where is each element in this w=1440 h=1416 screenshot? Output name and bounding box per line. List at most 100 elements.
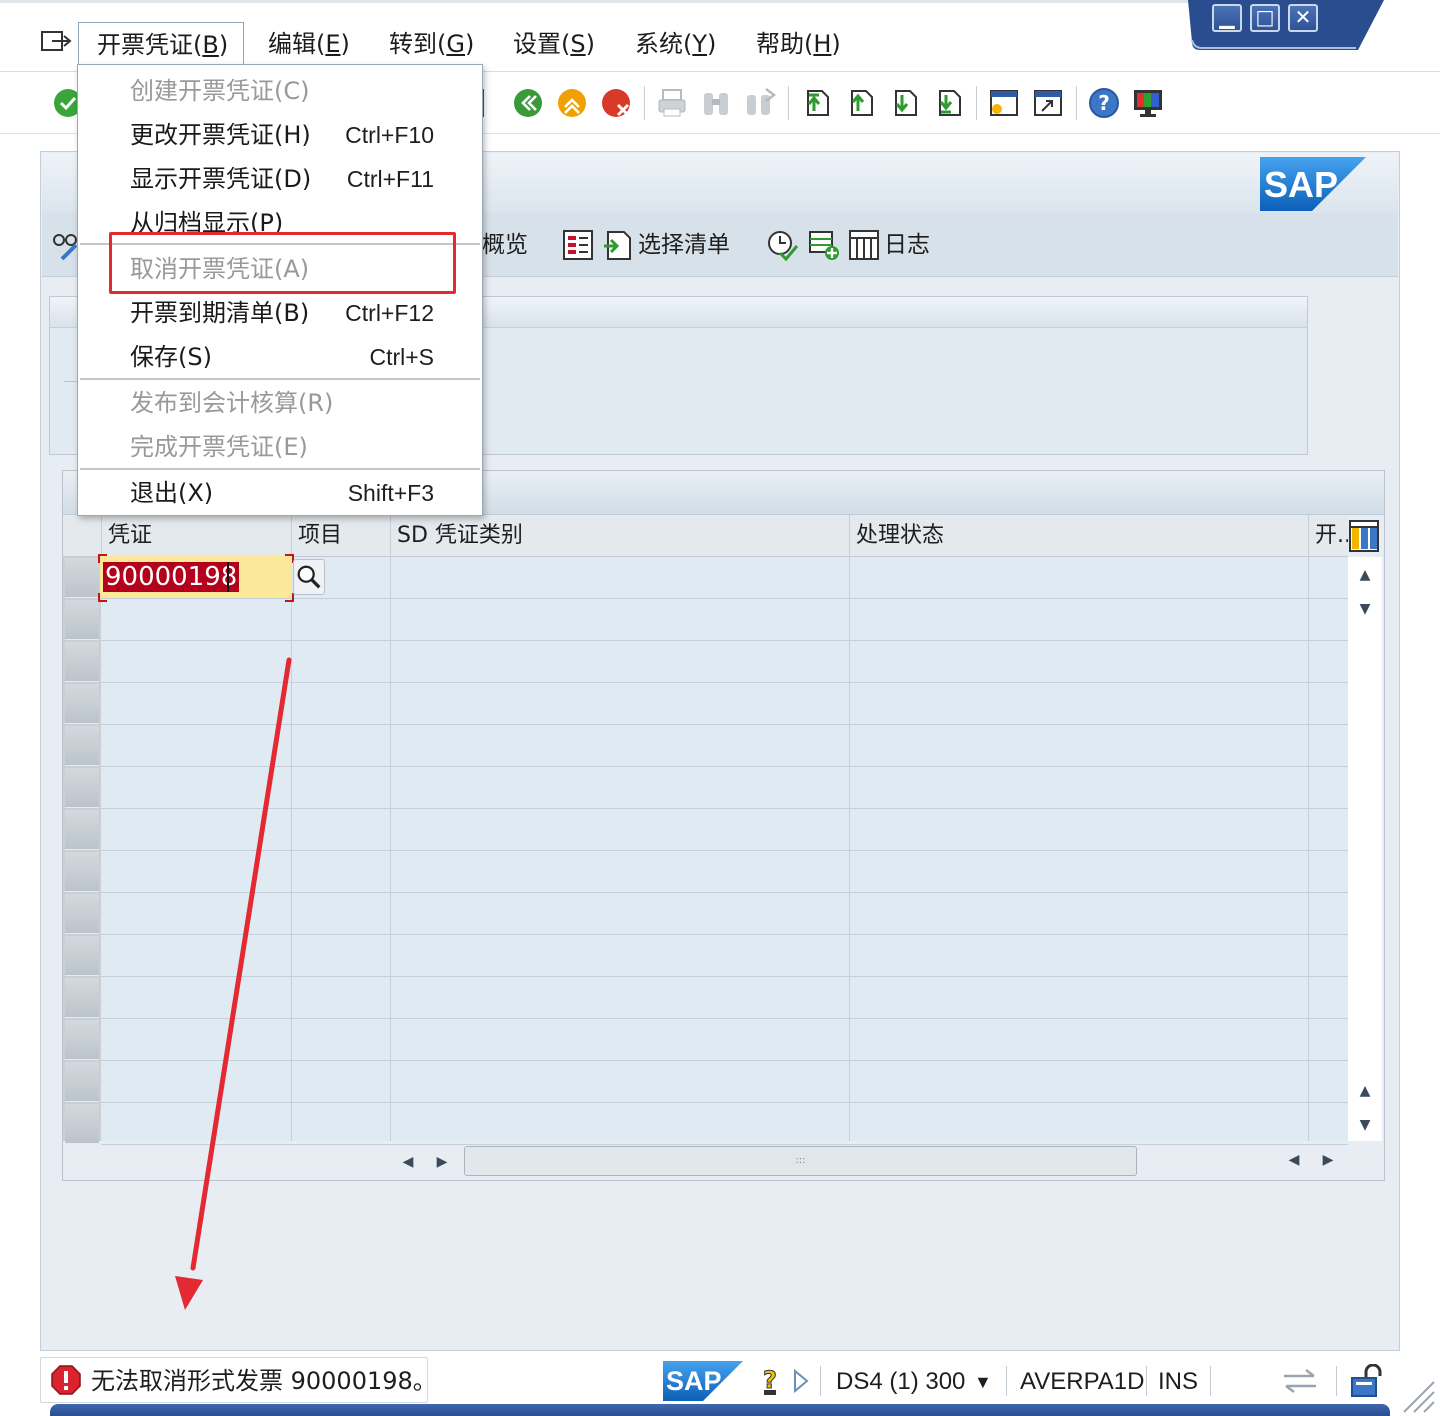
table-row-divider [101,1018,1348,1019]
shortcut-icon[interactable] [1032,87,1064,119]
system-info-dropdown-icon[interactable]: ▼ [974,1364,992,1400]
sap-logo: SAP [1260,157,1366,211]
menu-label-tail: ) [340,30,350,58]
help-icon[interactable]: ? [1088,87,1120,119]
select-list-button[interactable]: 选择清单 [638,227,730,263]
select-list-icon[interactable] [602,229,634,261]
toolbar-separator [644,86,645,120]
scroll-left-icon[interactable]: ◀ [396,1150,420,1174]
scroll-page-up-icon[interactable]: ▲ [1348,1075,1382,1107]
log-button[interactable]: 日志 [884,227,930,263]
row-selector[interactable] [65,1062,99,1102]
previous-page-icon[interactable] [844,87,876,119]
row-selector[interactable] [65,978,99,1018]
minimize-button[interactable]: ▁ [1212,4,1242,32]
close-window-button[interactable]: ✕ [1288,4,1318,32]
scroll-page-down-icon[interactable]: ▼ [1348,1109,1382,1141]
row-selector[interactable] [65,768,99,808]
table-settings-icon[interactable] [1348,517,1382,555]
add-row-icon[interactable] [808,229,840,261]
row-selector[interactable] [65,1020,99,1060]
worklist-icon[interactable] [562,229,594,261]
row-selector[interactable] [65,936,99,976]
system-help-icon[interactable]: ? [758,1366,782,1396]
row-selector[interactable] [65,642,99,682]
row-selector[interactable] [65,684,99,724]
menu-item-display-billing-document[interactable]: 显示开票凭证(D) [130,159,311,199]
table-column-divider [291,557,292,1141]
menu-accelerator: E [325,30,341,58]
svg-text:?: ? [1098,91,1110,115]
column-scroll-controls: ◀ ▶ [1280,1148,1346,1174]
menu-item-exit[interactable]: 退出(X) [130,473,213,513]
menu-help[interactable]: 帮助(H) [756,26,841,62]
menu-label-tail: ) [831,30,841,58]
row-selector[interactable] [65,894,99,934]
menu-accelerator: H [813,30,832,58]
find-icon[interactable] [700,87,732,119]
row-selector[interactable] [65,558,99,598]
column-header-item[interactable]: 项目 [291,515,390,557]
menu-billing-document[interactable]: 开票凭证(B) [78,22,244,66]
menu-label: 帮助( [756,30,814,58]
menu-bar-top-line [0,0,1200,3]
row-selector[interactable] [65,1104,99,1144]
row-selector[interactable] [65,726,99,766]
display-change-icon[interactable] [52,231,80,261]
resize-grip-icon[interactable] [1400,1378,1436,1414]
menu-settings[interactable]: 设置(S) [513,26,595,62]
new-session-icon[interactable] [988,87,1020,119]
back-icon[interactable] [512,87,544,119]
menu-goto[interactable]: 转到(G) [389,26,474,62]
cancel-icon[interactable] [600,87,632,119]
scroll-right-icon[interactable]: ▶ [430,1150,454,1174]
row-selector[interactable] [65,600,99,640]
status-separator [1210,1366,1211,1396]
document-number-input[interactable]: 90000198 [103,562,240,592]
menu-edit[interactable]: 编辑(E) [268,26,350,62]
last-page-icon[interactable] [932,87,964,119]
scroll-column-left-icon[interactable]: ◀ [1282,1148,1306,1172]
schedule-check-icon[interactable] [766,229,798,261]
scroll-down-icon[interactable]: ▼ [1348,593,1382,625]
menu-item-change-billing-document[interactable]: 更改开票凭证(H) [130,115,311,155]
log-icon[interactable] [848,229,880,261]
overview-button[interactable]: 概览 [482,227,528,263]
column-header-sd-category[interactable]: SD 凭证类别 [390,515,849,557]
table-row-divider [101,934,1348,935]
scroll-column-right-icon[interactable]: ▶ [1316,1148,1340,1172]
menu-toggle-icon[interactable] [40,28,72,54]
menu-item-create-billing-document: 创建开票凭证(C) [130,77,310,105]
vertical-scrollbar[interactable]: ▲ ▼ ▲ ▼ [1348,557,1382,1141]
menu-item-billing-due-list[interactable]: 开票到期清单(B) [130,293,309,333]
find-next-icon[interactable] [744,87,776,119]
search-help-icon[interactable] [293,559,325,595]
status-message-box[interactable]: 无法取消形式发票 90000198。 [40,1357,437,1403]
focus-corner [98,593,107,602]
horizontal-scrollbar-thumb[interactable]: ::: [464,1146,1137,1176]
first-page-icon[interactable] [800,87,832,119]
shortcut-display-billing-document: Ctrl+F11 [346,166,434,192]
row-selector[interactable] [65,810,99,850]
column-header-billing[interactable]: 开.. [1308,515,1348,557]
maximize-button[interactable]: □ [1250,4,1280,32]
customize-layout-icon[interactable] [1132,87,1164,119]
table-column-divider [1308,557,1309,1141]
exit-icon[interactable] [556,87,588,119]
row-selector[interactable] [65,852,99,892]
column-header-document[interactable]: 凭证 [101,515,291,557]
status-expand-icon[interactable] [792,1368,810,1394]
print-icon[interactable] [656,87,688,119]
column-header-processing-status[interactable]: 处理状态 [849,515,1308,557]
document-input-cell[interactable]: 90000198 [98,554,294,602]
menu-system[interactable]: 系统(Y) [635,26,716,62]
next-page-icon[interactable] [888,87,920,119]
lock-open-icon[interactable] [1350,1364,1386,1398]
insert-mode[interactable]: INS [1158,1364,1198,1400]
shortcut-change-billing-document: Ctrl+F10 [345,122,434,148]
scroll-up-icon[interactable]: ▲ [1348,559,1382,591]
status-separator [1006,1366,1007,1396]
transfer-icon[interactable] [1282,1366,1318,1396]
menu-item-save[interactable]: 保存(S) [130,337,212,377]
table-row-divider [101,682,1348,683]
